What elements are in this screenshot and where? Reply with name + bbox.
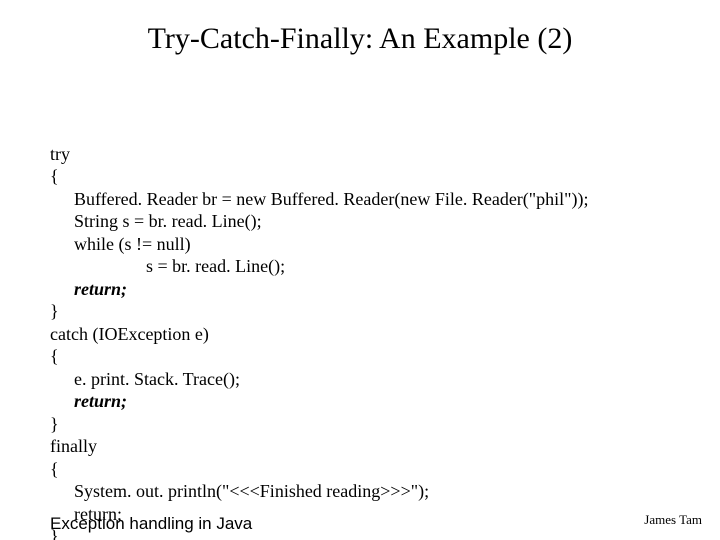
slide-title: Try-Catch-Finally: An Example (2) <box>0 22 720 56</box>
code-line: Buffered. Reader br = new Buffered. Read… <box>74 189 589 209</box>
code-line: { <box>50 459 59 479</box>
code-line-return: return; <box>74 391 127 411</box>
code-line: } <box>50 414 59 434</box>
slide: Try-Catch-Finally: An Example (2) try { … <box>0 0 720 540</box>
code-line: try <box>50 144 70 164</box>
code-line: finally <box>50 436 97 456</box>
code-line: System. out. println("<<<Finished readin… <box>74 481 429 501</box>
code-line: s = br. read. Line(); <box>146 256 285 276</box>
code-line: e. print. Stack. Trace(); <box>74 369 240 389</box>
code-line: { <box>50 346 59 366</box>
code-line: while (s != null) <box>74 234 191 254</box>
code-line: String s = br. read. Line(); <box>74 211 262 231</box>
code-line-return: return; <box>74 279 127 299</box>
code-line: { <box>50 166 59 186</box>
code-block: try { Buffered. Reader br = new Buffered… <box>50 120 589 540</box>
code-line: catch (IOException e) <box>50 324 209 344</box>
footer-left: Exception handling in Java <box>50 514 252 534</box>
footer-right: James Tam <box>644 512 702 528</box>
code-line: } <box>50 301 59 321</box>
